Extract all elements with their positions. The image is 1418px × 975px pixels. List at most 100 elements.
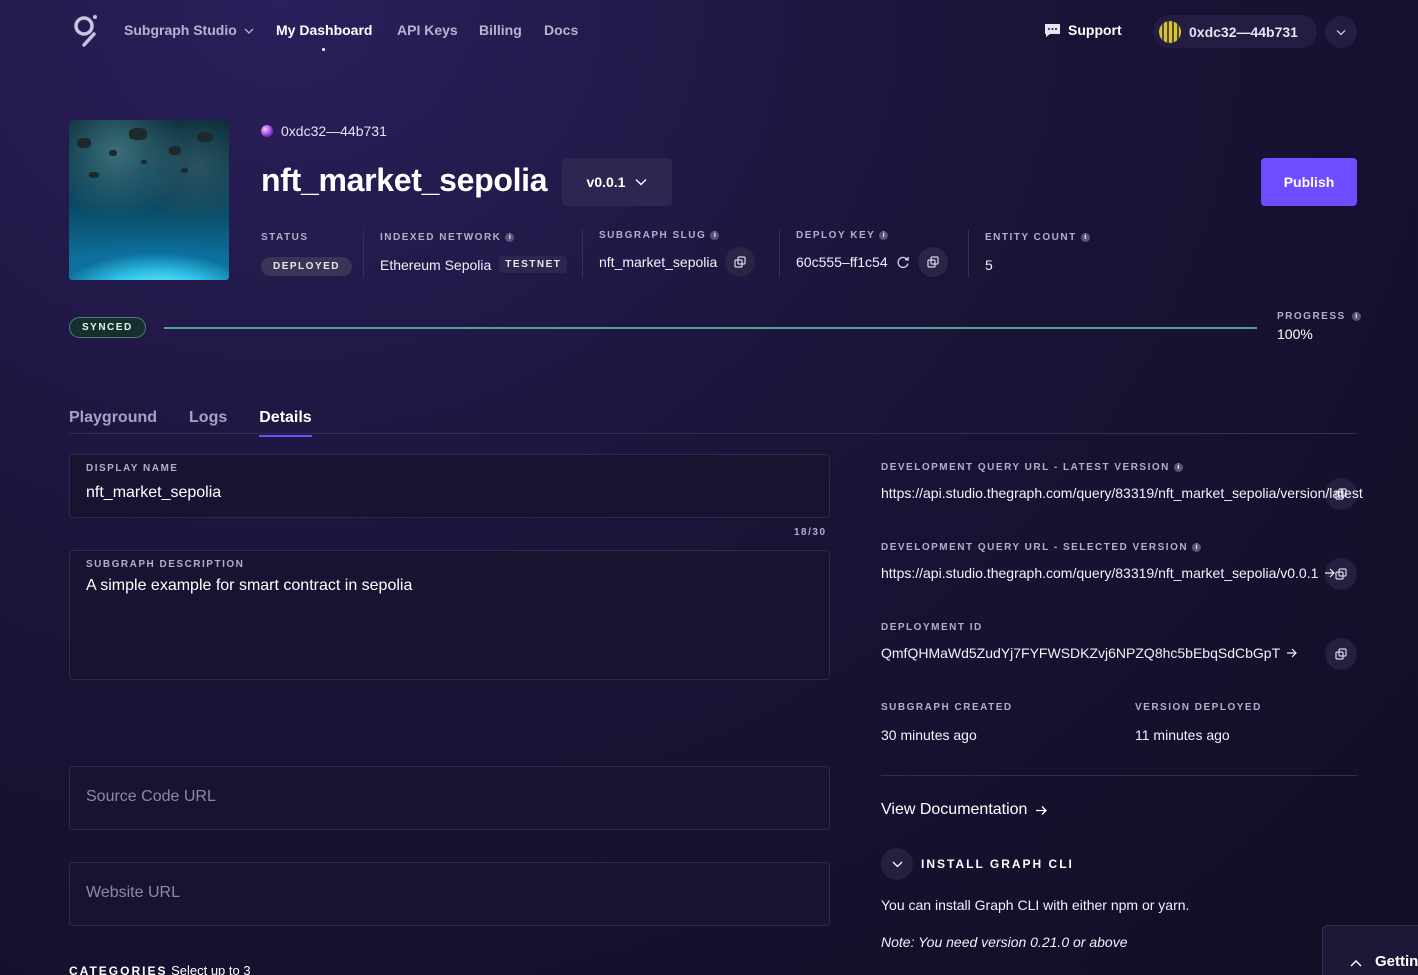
- slug-text: nft_market_sepolia: [599, 254, 718, 270]
- copy-deployment-id-button[interactable]: [1325, 638, 1357, 670]
- nav-my-dashboard[interactable]: My Dashboard: [276, 22, 372, 38]
- progress-value: 100%: [1277, 326, 1313, 342]
- network-label: INDEXED NETWORK i: [380, 232, 515, 243]
- install-toggle-button[interactable]: [881, 848, 913, 880]
- subgraph-image: [69, 120, 229, 280]
- account-button[interactable]: 0xdc32—44b731: [1153, 15, 1317, 48]
- selected-url-text: https://api.studio.thegraph.com/query/83…: [881, 565, 1319, 581]
- nav-billing[interactable]: Billing: [479, 22, 522, 38]
- view-documentation-link[interactable]: View Documentation: [881, 801, 1048, 819]
- selected-url-label: DEVELOPMENT QUERY URL - SELECTED VERSION…: [881, 542, 1202, 553]
- arrow-right-icon: [1287, 648, 1297, 658]
- slug-label-text: SUBGRAPH SLUG: [599, 230, 707, 241]
- install-graph-cli-heading: INSTALL GRAPH CLI: [921, 857, 1074, 871]
- progress-bar: [164, 327, 1257, 329]
- chevron-down-icon: [635, 179, 647, 186]
- info-icon[interactable]: i: [1192, 543, 1202, 552]
- support-button[interactable]: Support: [1044, 22, 1122, 38]
- nav-api-keys[interactable]: API Keys: [397, 22, 458, 38]
- account-label: 0xdc32—44b731: [1189, 23, 1298, 40]
- deployed-value: 11 minutes ago: [1135, 727, 1230, 743]
- deploy-key-value: 60c555–ff1c54: [796, 247, 948, 277]
- created-label: SUBGRAPH CREATED: [881, 702, 1013, 713]
- deployment-id-link[interactable]: QmfQHMaWd5ZudYj7FYFWSDKZvj6NPZQ8hc5bEbqS…: [881, 645, 1298, 661]
- nav-docs[interactable]: Docs: [544, 22, 578, 38]
- page-title: nft_market_sepolia: [261, 162, 548, 198]
- arrow-right-icon: [1325, 568, 1336, 578]
- copy-icon: [1335, 568, 1347, 580]
- testnet-badge: TESTNET: [499, 256, 568, 273]
- description-label: SUBGRAPH DESCRIPTION: [86, 559, 245, 570]
- info-icon[interactable]: i: [710, 231, 720, 240]
- deployment-id-text: QmfQHMaWd5ZudYj7FYFWSDKZvj6NPZQ8hc5bEbqS…: [881, 645, 1281, 661]
- divider: [779, 230, 780, 278]
- owner-label: 0xdc32—44b731: [281, 123, 387, 139]
- copy-deploy-key-button[interactable]: [917, 247, 948, 277]
- divider: [881, 775, 1357, 776]
- deploy-key-label-text: DEPLOY KEY: [796, 230, 876, 241]
- asteroid-shape: [169, 146, 181, 155]
- status-label-text: STATUS: [261, 232, 309, 243]
- progress-fill: [164, 327, 1257, 329]
- version-select[interactable]: v0.0.1: [562, 158, 672, 206]
- asteroid-shape: [129, 128, 147, 140]
- description-field[interactable]: SUBGRAPH DESCRIPTION A simple example fo…: [69, 550, 830, 680]
- publish-button[interactable]: Publish: [1261, 158, 1357, 206]
- source-code-url-field[interactable]: Source Code URL: [69, 766, 830, 830]
- entity-count-label: ENTITY COUNT i: [985, 232, 1090, 243]
- divider: [582, 230, 583, 278]
- chevron-down-icon: [244, 28, 254, 34]
- display-name-field[interactable]: DISPLAY NAME nft_market_sepolia: [69, 454, 830, 518]
- categories-hint: Select up to 3: [171, 963, 251, 975]
- network-label-text: INDEXED NETWORK: [380, 232, 502, 243]
- nav-subgraph-studio[interactable]: Subgraph Studio: [124, 22, 254, 38]
- graph-logo-icon[interactable]: [72, 14, 98, 48]
- website-url-field[interactable]: Website URL: [69, 862, 830, 926]
- status-badge: DEPLOYED: [261, 257, 353, 276]
- nav-subgraph-studio-label: Subgraph Studio: [124, 22, 237, 38]
- asteroid-shape: [109, 150, 117, 156]
- copy-slug-button[interactable]: [725, 247, 756, 277]
- entity-count-value: 5: [985, 257, 993, 273]
- chevron-up-icon: [1350, 960, 1362, 967]
- deployed-label: VERSION DEPLOYED: [1135, 702, 1262, 713]
- latest-url-link[interactable]: https://api.studio.thegraph.com/query/83…: [881, 485, 1363, 501]
- getting-started-panel[interactable]: Getting: [1322, 925, 1418, 975]
- copy-icon: [927, 256, 939, 268]
- created-value: 30 minutes ago: [881, 727, 977, 743]
- info-icon[interactable]: i: [1351, 312, 1361, 321]
- display-name-input[interactable]: nft_market_sepolia: [86, 484, 221, 502]
- asteroid-shape: [181, 168, 188, 173]
- view-documentation-label: View Documentation: [881, 801, 1028, 818]
- divider: [968, 230, 969, 278]
- info-icon[interactable]: i: [1080, 233, 1090, 242]
- sync-status-badge: SYNCED: [69, 317, 146, 338]
- website-url-input[interactable]: Website URL: [86, 884, 180, 902]
- info-icon[interactable]: i: [879, 231, 889, 240]
- network-value: Ethereum Sepolia TESTNET: [380, 256, 568, 273]
- description-input[interactable]: A simple example for smart contract in s…: [86, 577, 412, 595]
- chat-icon: [1045, 23, 1060, 37]
- selected-url-link[interactable]: https://api.studio.thegraph.com/query/83…: [881, 565, 1336, 581]
- categories-label: CATEGORIES: [69, 964, 168, 975]
- selected-url-label-text: DEVELOPMENT QUERY URL - SELECTED VERSION: [881, 542, 1189, 553]
- account-menu-button[interactable]: [1325, 16, 1357, 48]
- refresh-icon[interactable]: [896, 255, 910, 269]
- network-name: Ethereum Sepolia: [380, 256, 492, 273]
- tabs-divider: [69, 433, 1357, 434]
- chevron-down-icon: [892, 861, 902, 867]
- owner-address[interactable]: 0xdc32—44b731: [261, 123, 387, 139]
- deploy-key-label: DEPLOY KEY i: [796, 230, 889, 241]
- display-name-label: DISPLAY NAME: [86, 463, 179, 474]
- latest-url-label-text: DEVELOPMENT QUERY URL - LATEST VERSION: [881, 462, 1170, 473]
- getting-started-label: Getting: [1375, 953, 1418, 970]
- asteroid-shape: [141, 160, 147, 164]
- chevron-down-icon: [1336, 29, 1346, 35]
- support-label: Support: [1068, 22, 1122, 38]
- arrow-right-icon: [1036, 805, 1048, 815]
- source-code-url-input[interactable]: Source Code URL: [86, 788, 216, 806]
- owner-avatar-icon: [261, 125, 273, 137]
- info-icon[interactable]: i: [505, 233, 515, 242]
- slug-value: nft_market_sepolia: [599, 247, 756, 277]
- info-icon[interactable]: i: [1173, 463, 1183, 472]
